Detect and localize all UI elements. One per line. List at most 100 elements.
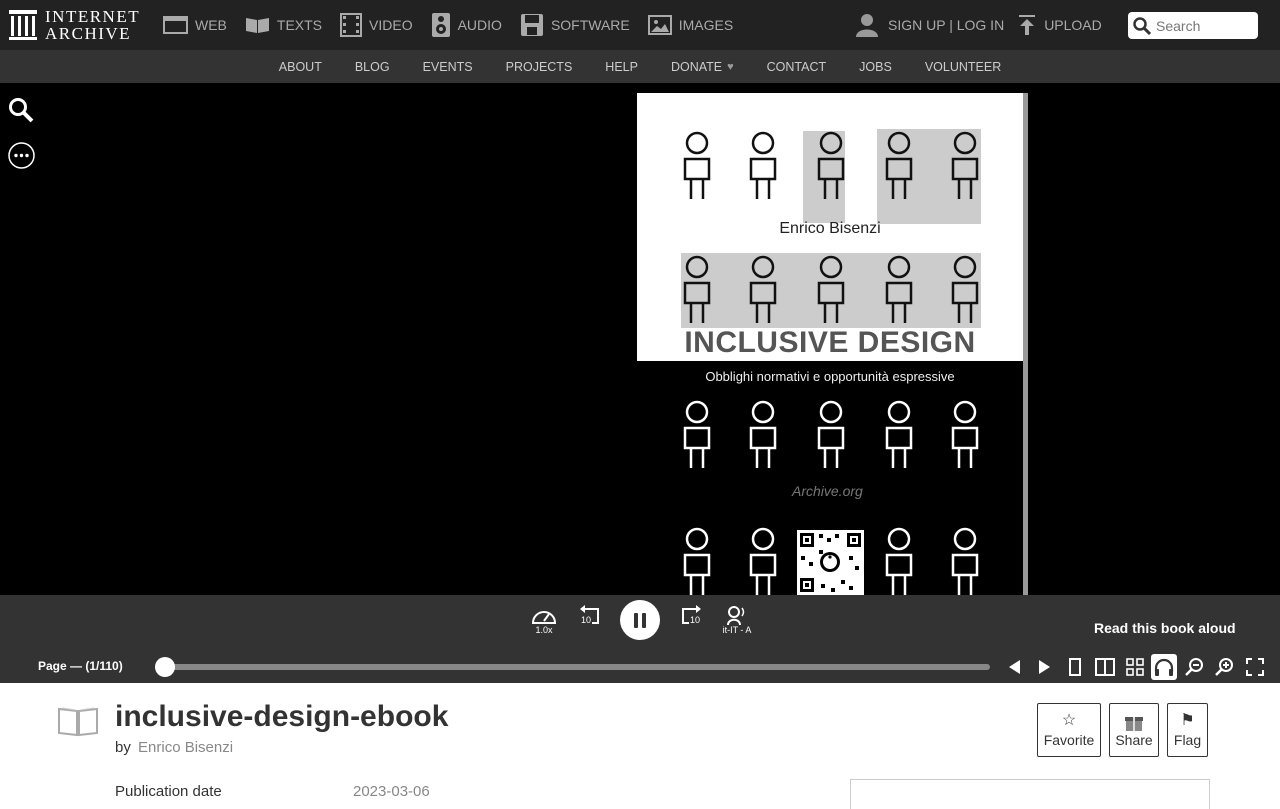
- next-page-button[interactable]: [1031, 654, 1057, 680]
- subnav-label: BLOG: [354, 59, 390, 74]
- by-label: by: [115, 739, 131, 756]
- rewind-seconds: 10: [580, 615, 591, 625]
- media-nav-label: AUDIO: [457, 17, 502, 33]
- publication-date-value: 2023-03-06: [353, 783, 430, 800]
- thumbnail-view-button[interactable]: [1122, 654, 1148, 680]
- pause-button[interactable]: [620, 600, 660, 640]
- web-icon: [163, 16, 188, 34]
- previous-page-button[interactable]: [1002, 654, 1028, 680]
- book-page-image[interactable]: Enrico Bisenzi INCLUSIVE DESIGN Obblighi…: [637, 93, 1028, 595]
- archive-building-icon: [9, 10, 37, 40]
- signup-login-link[interactable]: SIGN UP | LOG IN: [888, 17, 1004, 33]
- one-page-view-button[interactable]: [1062, 654, 1088, 680]
- person-figure-icon: [749, 527, 777, 595]
- texts-icon: [245, 18, 269, 33]
- zoom-in-icon: [1215, 658, 1233, 676]
- zoom-out-button[interactable]: [1182, 654, 1208, 680]
- upload-button[interactable]: UPLOAD: [1018, 14, 1102, 36]
- subnav-help[interactable]: HELP: [605, 60, 638, 74]
- share-label: Share: [1115, 732, 1153, 748]
- internet-archive-logo[interactable]: INTERNET ARCHIVE: [9, 0, 157, 50]
- read-aloud-toggle[interactable]: [1151, 654, 1177, 680]
- person-figure-icon: [683, 255, 711, 323]
- gift-share-icon: [1125, 717, 1143, 731]
- media-nav-video[interactable]: VIDEO: [340, 0, 413, 50]
- zoom-in-button[interactable]: [1212, 654, 1238, 680]
- subnav-blog[interactable]: BLOG: [355, 60, 390, 74]
- search-box: [1128, 12, 1258, 39]
- cover-title: INCLUSIVE DESIGN: [684, 326, 976, 359]
- headphones-icon: [1154, 658, 1174, 676]
- images-icon: [647, 15, 672, 35]
- item-details: inclusive-design-ebook by Enrico Bisenzi…: [0, 683, 1280, 809]
- person-figure-icon: [885, 131, 913, 199]
- media-nav: WEB TEXTS VIDEO AUDIO SOFTWARE IMAGES: [163, 0, 751, 50]
- publication-date-label: Publication date: [115, 783, 222, 800]
- book-viewer: Enrico Bisenzi INCLUSIVE DESIGN Obblighi…: [0, 83, 1280, 595]
- two-page-icon: [1095, 658, 1115, 676]
- person-figure-icon: [749, 400, 777, 468]
- media-nav-label: SOFTWARE: [550, 17, 630, 33]
- media-nav-web[interactable]: WEB: [163, 0, 227, 50]
- flag-button[interactable]: ⚑ Flag: [1167, 703, 1208, 757]
- search-icon: [9, 98, 34, 123]
- subnav-label: HELP: [605, 59, 638, 74]
- media-nav-audio[interactable]: AUDIO: [431, 0, 502, 50]
- media-nav-images[interactable]: IMAGES: [647, 0, 733, 50]
- page-slider-track[interactable]: [165, 664, 990, 670]
- video-icon: [340, 13, 363, 37]
- media-nav-texts[interactable]: TEXTS: [245, 0, 322, 50]
- logo-text: INTERNET ARCHIVE: [45, 8, 140, 42]
- person-figure-icon: [951, 400, 979, 468]
- subnav-label: CONTACT: [766, 59, 827, 74]
- two-page-view-button[interactable]: [1092, 654, 1118, 680]
- person-figure-icon: [817, 255, 845, 323]
- subnav-label: ABOUT: [278, 59, 322, 74]
- heart-icon: ♥: [727, 60, 734, 73]
- secondary-nav: ABOUT BLOG EVENTS PROJECTS HELP DONATE ♥ …: [0, 50, 1280, 83]
- person-figure-icon: [951, 527, 979, 595]
- subnav-jobs[interactable]: JOBS: [859, 60, 892, 74]
- voice-select-button[interactable]: it-IT - A: [721, 605, 753, 635]
- user-nav: SIGN UP | LOG IN UPLOAD: [856, 0, 1102, 50]
- person-figure-icon: [951, 255, 979, 323]
- subnav-projects[interactable]: PROJECTS: [506, 60, 573, 74]
- search-input[interactable]: [1156, 17, 1251, 34]
- more-options-button[interactable]: [8, 142, 35, 174]
- top-bar: INTERNET ARCHIVE WEB TEXTS VIDEO AUDIO S…: [0, 0, 1280, 50]
- author-link[interactable]: Enrico Bisenzi: [138, 739, 233, 756]
- subnav-events[interactable]: EVENTS: [423, 60, 473, 74]
- page-slider-handle[interactable]: [155, 657, 175, 677]
- subnav-label: VOLUNTEER: [924, 59, 1002, 74]
- search-inside-button[interactable]: [8, 97, 35, 128]
- person-figure-icon: [683, 527, 711, 595]
- speedometer-icon: [531, 611, 557, 624]
- zoom-out-icon: [1185, 658, 1203, 676]
- subnav-label: PROJECTS: [505, 59, 573, 74]
- person-figure-icon: [817, 400, 845, 468]
- page-number: Page — (1/110): [38, 659, 123, 673]
- pause-icon: [634, 612, 638, 628]
- subnav-about[interactable]: ABOUT: [279, 60, 322, 74]
- subnav-contact[interactable]: CONTACT: [767, 60, 827, 74]
- playback-speed-button[interactable]: 1.0x: [531, 605, 557, 635]
- forward-button[interactable]: 10: [679, 605, 703, 625]
- rewind-button[interactable]: 10: [578, 605, 602, 625]
- subnav-volunteer[interactable]: VOLUNTEER: [925, 60, 1001, 74]
- flag-label: Flag: [1173, 732, 1202, 748]
- fullscreen-button[interactable]: [1242, 654, 1268, 680]
- favorite-button[interactable]: ☆ Favorite: [1037, 703, 1101, 757]
- media-nav-label: VIDEO: [369, 17, 413, 33]
- person-figure-icon: [683, 400, 711, 468]
- person-figure-icon: [817, 131, 845, 199]
- share-button[interactable]: Share: [1109, 703, 1159, 757]
- user-icon[interactable]: [856, 13, 878, 37]
- media-nav-software[interactable]: SOFTWARE: [520, 0, 630, 50]
- software-icon: [520, 14, 543, 36]
- subnav-label: DONATE: [670, 59, 723, 74]
- person-figure-icon: [749, 255, 777, 323]
- cover-author: Enrico Bisenzi: [779, 220, 881, 237]
- item-actions: ☆ Favorite Share ⚑ Flag: [1037, 703, 1216, 757]
- subnav-donate[interactable]: DONATE ♥: [671, 60, 734, 74]
- subnav-label: EVENTS: [422, 59, 473, 74]
